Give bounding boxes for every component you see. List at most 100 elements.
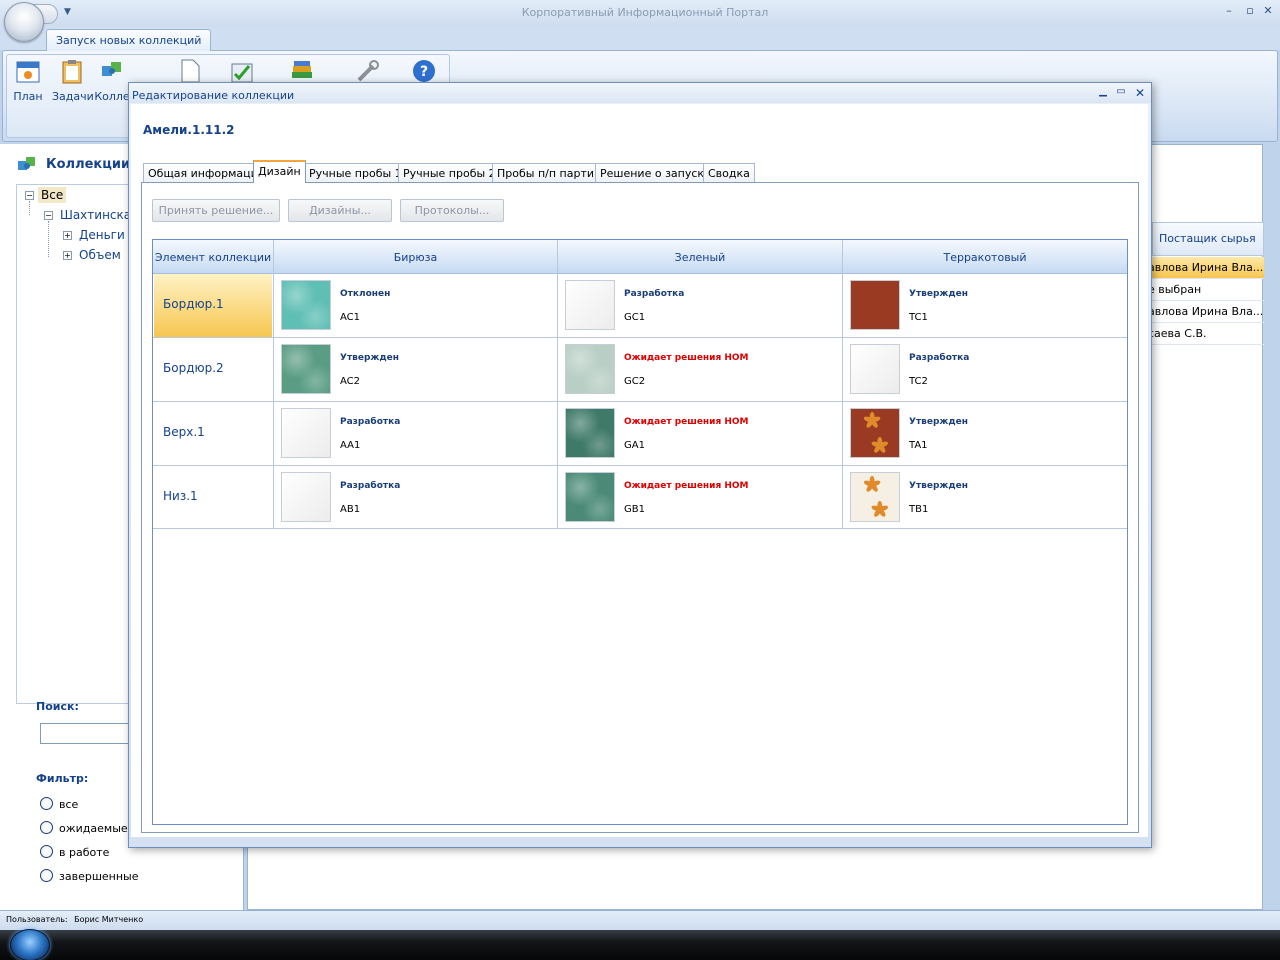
grid-divider: [273, 240, 274, 529]
filter-radio-all[interactable]: [40, 797, 53, 810]
design-thumbnail[interactable]: [850, 344, 900, 394]
design-code: TC2: [909, 376, 928, 387]
design-thumbnail[interactable]: [850, 472, 900, 522]
leaf-pattern-icon: [863, 411, 889, 453]
dialog-minimize-button[interactable]: ▁: [1096, 86, 1110, 97]
design-status: Утвержден: [340, 353, 399, 363]
tree-line: [48, 221, 49, 257]
ribbon-button-plan[interactable]: План: [8, 58, 48, 110]
grid-row-name[interactable]: Бордюр.2: [154, 338, 272, 401]
books-icon: [292, 61, 312, 78]
design-status: Разработка: [909, 353, 970, 363]
design-status: Ожидает решения НОМ: [624, 353, 749, 363]
column-header-element[interactable]: Элемент коллекции: [153, 251, 273, 264]
list-item[interactable]: саева С.В.: [1148, 323, 1264, 345]
tree-line: [29, 201, 30, 215]
minimize-button[interactable]: –: [1222, 4, 1236, 17]
tree-collapse-icon[interactable]: −: [25, 191, 34, 200]
design-thumbnail[interactable]: [281, 472, 331, 522]
filter-radio-in-progress[interactable]: [40, 845, 53, 858]
grid-row-name[interactable]: Бордюр.1: [154, 274, 272, 337]
grid-row-name[interactable]: Низ.1: [154, 466, 272, 529]
tab-general-info[interactable]: Общая информация: [143, 163, 270, 182]
grid-divider: [153, 528, 1127, 529]
ribbon-button-tasks[interactable]: Задачи: [52, 58, 94, 110]
grid-divider: [153, 401, 1127, 402]
list-item[interactable]: е выбран: [1148, 279, 1264, 301]
list-item[interactable]: авлова Ирина Вла...: [1148, 257, 1264, 279]
filter-label-completed: завершенные: [59, 870, 139, 883]
ribbon-button-collections[interactable]: Колле: [94, 58, 130, 110]
design-code: GC2: [624, 376, 646, 387]
design-thumbnail[interactable]: [850, 408, 900, 458]
column-header-green[interactable]: Зеленый: [558, 251, 842, 264]
dialog-close-button[interactable]: ✕: [1133, 86, 1147, 100]
clipboard-icon: [62, 60, 82, 84]
grid-divider: [153, 337, 1127, 338]
filter-radio-expected[interactable]: [40, 821, 53, 834]
maximize-button[interactable]: ▫: [1243, 4, 1257, 17]
design-status: Ожидает решения НОМ: [624, 417, 749, 427]
start-button[interactable]: [10, 929, 50, 960]
grid-divider: [153, 465, 1127, 466]
ribbon-tab-launch[interactable]: Запуск новых коллекций: [46, 29, 212, 51]
design-status: Ожидает решения НОМ: [624, 481, 749, 491]
document-icon: [181, 59, 200, 83]
svg-text:?: ?: [420, 64, 428, 80]
design-thumbnail[interactable]: [565, 408, 615, 458]
tab-manual-samples-1[interactable]: Ручные пробы 1: [304, 163, 407, 182]
tab-manual-samples-2[interactable]: Ручные пробы 2: [398, 163, 501, 182]
status-user: Пользователь: Борис Митченко: [6, 915, 143, 924]
design-thumbnail[interactable]: [281, 344, 331, 394]
design-thumbnail[interactable]: [281, 280, 331, 330]
design-thumbnail[interactable]: [565, 472, 615, 522]
tree-node-volume[interactable]: Объем: [79, 248, 121, 262]
app-orb-button[interactable]: [4, 2, 44, 42]
column-header-turquoise[interactable]: Бирюза: [274, 251, 557, 264]
tree-node-all[interactable]: Все: [38, 187, 67, 203]
filter-radio-completed[interactable]: [40, 869, 53, 882]
grid-divider: [842, 240, 843, 529]
search-label: Поиск:: [36, 700, 79, 713]
design-status: Разработка: [624, 289, 685, 299]
column-header-supplier[interactable]: Постащик сырья: [1152, 222, 1264, 256]
design-status: Утвержден: [909, 289, 968, 299]
design-code: TB1: [909, 504, 929, 515]
search-input[interactable]: [40, 723, 140, 744]
tab-launch-decision[interactable]: Решение о запуске: [595, 163, 716, 182]
tab-design[interactable]: Дизайн: [253, 160, 306, 183]
ribbon-button-label: План: [13, 90, 43, 103]
design-code: GC1: [624, 312, 646, 323]
design-code: AA1: [340, 440, 361, 451]
design-thumbnail[interactable]: [850, 280, 900, 330]
designs-button[interactable]: Дизайны...: [288, 199, 392, 222]
accept-decision-button[interactable]: Принять решение...: [152, 199, 280, 222]
design-status: Разработка: [340, 481, 401, 491]
help-icon: ?: [413, 60, 435, 82]
grid-row-name[interactable]: Верх.1: [154, 402, 272, 465]
protocols-button[interactable]: Протоколы...: [400, 199, 504, 222]
design-code: GA1: [624, 440, 645, 451]
tab-summary[interactable]: Сводка: [703, 163, 755, 182]
filter-label: Фильтр:: [36, 772, 89, 785]
filter-label-all: все: [59, 798, 79, 811]
tab-batch-samples[interactable]: Пробы п/п партии: [492, 163, 607, 182]
design-thumbnail[interactable]: [281, 408, 331, 458]
design-thumbnail[interactable]: [565, 280, 615, 330]
tree-expand-icon[interactable]: +: [63, 251, 72, 260]
list-item[interactable]: авлова Ирина Вла...: [1148, 301, 1264, 323]
grid-divider: [557, 240, 558, 529]
tree-node-money[interactable]: Деньги: [79, 228, 125, 242]
design-code: AC2: [340, 376, 361, 387]
close-button[interactable]: ✕: [1261, 4, 1275, 17]
dialog-maximize-button[interactable]: ▭: [1114, 86, 1128, 97]
tree-expand-icon[interactable]: +: [63, 231, 72, 240]
taskbar: [0, 930, 1280, 960]
tree-collapse-icon[interactable]: −: [44, 211, 53, 220]
filter-label-in-progress: в работе: [59, 846, 110, 859]
design-code: TC1: [909, 312, 928, 323]
design-thumbnail[interactable]: [565, 344, 615, 394]
status-user-label: Пользователь:: [6, 915, 68, 924]
column-header-terracotta[interactable]: Терракотовый: [843, 251, 1127, 264]
tree-node-shakhtinskaya[interactable]: Шахтинская: [60, 208, 138, 222]
